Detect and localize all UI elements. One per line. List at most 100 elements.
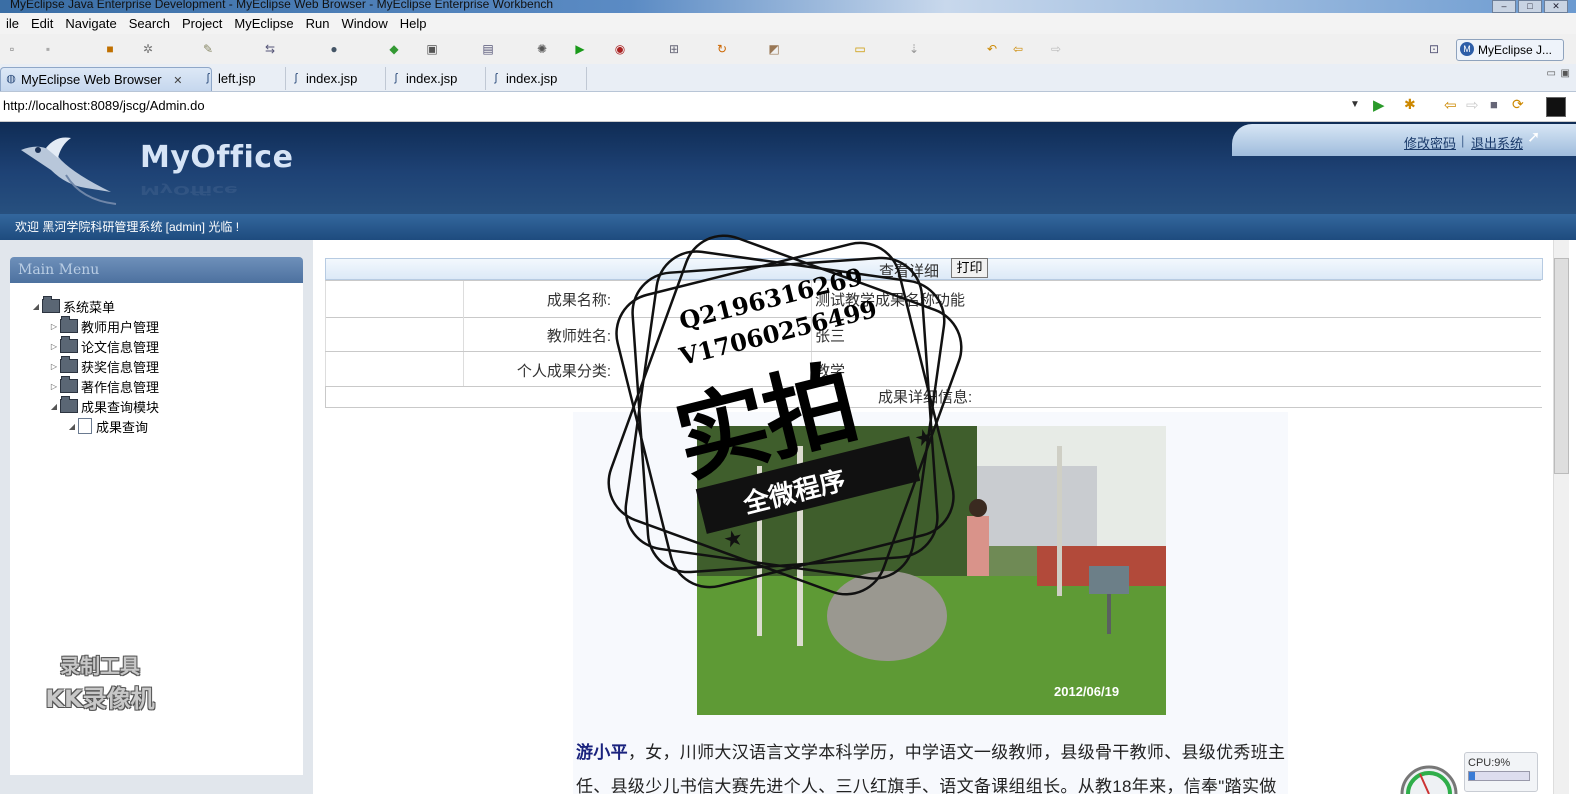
menu-myeclipse[interactable]: MyEclipse xyxy=(228,16,299,31)
console-icon[interactable] xyxy=(1546,97,1566,117)
tree-item-label: 成果查询 xyxy=(96,419,149,435)
menu-run[interactable]: Run xyxy=(300,16,336,31)
forward-icon[interactable]: ⇨ xyxy=(1048,41,1064,57)
scrollbar-thumb[interactable] xyxy=(1554,258,1569,474)
expanded-icon[interactable]: ◢ xyxy=(30,302,42,311)
collapsed-icon[interactable]: ▷ xyxy=(48,362,60,371)
menu-edit[interactable]: Edit xyxy=(25,16,59,31)
wand-icon[interactable]: ✎ xyxy=(200,41,216,57)
main-menu-title: Main Menu xyxy=(18,262,100,278)
deploy-icon[interactable]: ⇆ xyxy=(262,41,278,57)
tree-item-label: 成果查询模块 xyxy=(81,399,160,415)
cpu-text: CPU:9% xyxy=(1468,757,1511,769)
url-input[interactable]: http://localhost:8089/jscg/Admin.do xyxy=(3,98,205,113)
maximize-view-icon[interactable]: ▣ xyxy=(1561,68,1570,79)
tab-web-browser[interactable]: ◍ MyEclipse Web Browser ✕ xyxy=(0,67,212,91)
forward-icon[interactable]: ⇨ xyxy=(1466,96,1479,114)
tree-root[interactable]: ◢ 系统菜单 xyxy=(30,296,116,315)
tree-root-label: 系统菜单 xyxy=(63,299,116,315)
tab-label: index.jsp xyxy=(306,71,358,86)
brand-reflection: MyOffice xyxy=(140,182,238,198)
bookmark-icon[interactable]: ✱ xyxy=(1404,96,1416,113)
sidebar-item-awards[interactable]: ▷ 获奖信息管理 xyxy=(48,356,160,375)
tab-index-jsp[interactable]: ʃ index.jsp xyxy=(285,67,357,90)
sidebar-item-teacher-users[interactable]: ▷ 教师用户管理 xyxy=(48,316,159,335)
menubar: ile Edit Navigate Search Project MyEclip… xyxy=(0,13,1576,34)
perspective-button[interactable]: M MyEclipse J... xyxy=(1456,39,1564,61)
tab-index-jsp[interactable]: ʃ index.jsp xyxy=(485,67,587,90)
sidebar-item-papers[interactable]: ▷ 论文信息管理 xyxy=(48,336,160,355)
minimize-button[interactable]: – xyxy=(1492,0,1516,13)
window-controls: – □ ✕ xyxy=(1492,0,1568,13)
myeclipse-icon: M xyxy=(1460,42,1474,56)
save-icon[interactable]: ▪ xyxy=(40,41,56,57)
jsp-file-icon: ʃ xyxy=(294,72,298,84)
tab-label: left.jsp xyxy=(218,71,256,86)
bio-text: ，女，川师大汉语言文学本科学历，中学语文一级教师，县级骨干教师、县级优秀班主 xyxy=(627,743,1286,762)
main-menu-header: Main Menu xyxy=(10,257,303,283)
logout-link[interactable]: 退出系统 xyxy=(1471,133,1523,152)
main-toolbar: ▫ ▪ ■ ✲ ✎ ⇆ ● ◆ ▣ ▤ ✺ ▶ ◉ ⊞ ↻ ◩ ▭ ⇣ ↶ ⇦ … xyxy=(0,34,1576,65)
sidebar-item-works[interactable]: ▷ 著作信息管理 xyxy=(48,376,160,395)
menu-project[interactable]: Project xyxy=(176,16,228,31)
window-title: MyEclipse Java Enterprise Development - … xyxy=(10,0,554,11)
globe-icon[interactable]: ● xyxy=(326,41,342,57)
tree-item-label: 论文信息管理 xyxy=(81,339,160,355)
run-external-icon[interactable]: ◉ xyxy=(612,41,628,57)
close-tab-icon[interactable]: ✕ xyxy=(173,75,182,87)
go-icon[interactable]: ▶ xyxy=(1373,96,1385,114)
tab-index-jsp[interactable]: ʃ index.jsp xyxy=(385,67,457,90)
open-folder-icon[interactable]: ◩ xyxy=(766,41,782,57)
browser-address-bar: http://localhost:8089/jscg/Admin.do ▼ ▶ … xyxy=(0,92,1576,122)
menu-help[interactable]: Help xyxy=(394,16,433,31)
open-type-icon[interactable]: ▤ xyxy=(480,41,496,57)
cpu-bar xyxy=(1468,771,1530,781)
stop-icon[interactable]: ■ xyxy=(1490,97,1498,112)
folder-icon xyxy=(60,336,78,353)
close-window-button[interactable]: ✕ xyxy=(1544,0,1568,13)
server-icon[interactable]: ◆ xyxy=(386,41,402,57)
new-icon[interactable]: ▫ xyxy=(4,41,20,57)
back-history-icon[interactable]: ↶ xyxy=(984,41,1000,57)
collapsed-icon[interactable]: ▷ xyxy=(48,322,60,331)
new-class-icon[interactable]: ⊞ xyxy=(666,41,682,57)
run-icon[interactable]: ▶ xyxy=(572,41,588,57)
tree-item-label: 著作信息管理 xyxy=(81,379,160,395)
menu-search[interactable]: Search xyxy=(123,16,176,31)
cpu-bar-fill xyxy=(1469,772,1475,780)
folder-icon xyxy=(42,296,60,313)
expanded-icon[interactable]: ◢ xyxy=(48,402,60,411)
menu-window[interactable]: Window xyxy=(336,16,394,31)
back-icon[interactable]: ⇦ xyxy=(1010,41,1026,57)
recorder-watermark: 录制工具 KK录像机 xyxy=(30,650,170,714)
svg-text:★: ★ xyxy=(912,423,937,452)
collapsed-icon[interactable]: ▷ xyxy=(48,382,60,391)
refresh-icon[interactable]: ⟳ xyxy=(1512,96,1524,113)
photo-date: 2012/06/19 xyxy=(1054,684,1120,699)
url-dropdown-icon[interactable]: ▼ xyxy=(1350,99,1360,110)
package-icon[interactable]: ■ xyxy=(102,41,118,57)
refresh-icon[interactable]: ↻ xyxy=(714,41,730,57)
maximize-button[interactable]: □ xyxy=(1518,0,1542,13)
menu-navigate[interactable]: Navigate xyxy=(59,16,122,31)
change-password-link[interactable]: 修改密码 xyxy=(1404,133,1456,152)
jsp-file-icon: ʃ xyxy=(394,72,398,84)
editor-tabs: ◍ MyEclipse Web Browser ✕ ʃ left.jsp ʃ i… xyxy=(0,64,1576,92)
annotation-icon[interactable]: ⇣ xyxy=(906,41,922,57)
tab-left-jsp[interactable]: ʃ left.jsp xyxy=(198,67,256,90)
back-icon[interactable]: ⇦ xyxy=(1444,96,1457,114)
mouse-cursor-icon: ➚ xyxy=(1527,129,1541,146)
window-icon[interactable]: ▣ xyxy=(424,41,440,57)
cpu-gauge-icon xyxy=(1400,765,1458,794)
collapsed-icon[interactable]: ▷ xyxy=(48,342,60,351)
menu-file[interactable]: ile xyxy=(0,16,25,31)
debug-icon[interactable]: ✺ xyxy=(534,41,550,57)
open-perspective-icon[interactable]: ⊡ xyxy=(1426,41,1442,57)
sidebar-item-results-query-module[interactable]: ◢ 成果查询模块 xyxy=(48,396,160,415)
build-icon[interactable]: ✲ xyxy=(140,41,156,57)
minimize-view-icon[interactable]: ▭ xyxy=(1547,68,1556,79)
brand-logo-text: MyOffice xyxy=(140,140,294,175)
sidebar-item-results-query[interactable]: ◢ 成果查询 xyxy=(66,417,148,435)
folder-icon[interactable]: ▭ xyxy=(852,41,868,57)
tree-item-label: 获奖信息管理 xyxy=(81,359,160,375)
